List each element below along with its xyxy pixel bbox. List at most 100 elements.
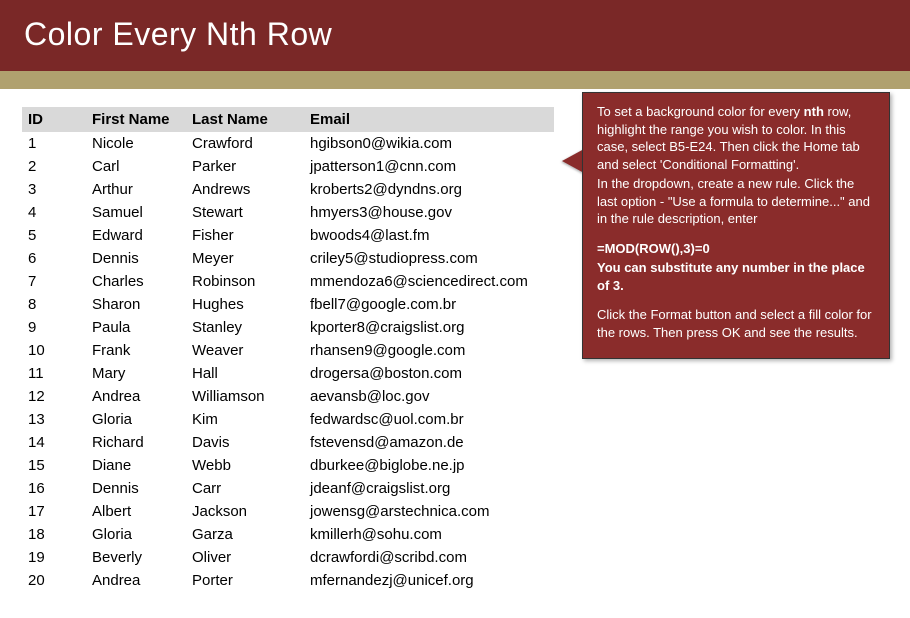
cell-email: kmillerh@sohu.com xyxy=(304,523,554,546)
cell-id: 19 xyxy=(22,546,86,569)
cell-first: Dennis xyxy=(86,247,186,270)
callout-bold: nth xyxy=(804,104,824,119)
cell-last: Hughes xyxy=(186,293,304,316)
cell-id: 18 xyxy=(22,523,86,546)
cell-last: Fisher xyxy=(186,224,304,247)
cell-email: mfernandezj@unicef.org xyxy=(304,569,554,592)
cell-email: fbell7@google.com.br xyxy=(304,293,554,316)
table-row: 1NicoleCrawfordhgibson0@wikia.com xyxy=(22,132,554,155)
cell-email: rhansen9@google.com xyxy=(304,339,554,362)
cell-first: Richard xyxy=(86,431,186,454)
table-row: 15DianeWebbdburkee@biglobe.ne.jp xyxy=(22,454,554,477)
cell-last: Garza xyxy=(186,523,304,546)
table-row: 20AndreaPortermfernandezj@unicef.org xyxy=(22,569,554,592)
cell-last: Jackson xyxy=(186,500,304,523)
cell-email: fstevensd@amazon.de xyxy=(304,431,554,454)
table-row: 7CharlesRobinsonmmendoza6@sciencedirect.… xyxy=(22,270,554,293)
cell-id: 14 xyxy=(22,431,86,454)
table-row: 2CarlParkerjpatterson1@cnn.com xyxy=(22,155,554,178)
cell-id: 6 xyxy=(22,247,86,270)
cell-last: Weaver xyxy=(186,339,304,362)
table-row: 4SamuelStewarthmyers3@house.gov xyxy=(22,201,554,224)
cell-id: 4 xyxy=(22,201,86,224)
table-row: 6DennisMeyercriley5@studiopress.com xyxy=(22,247,554,270)
cell-email: drogersa@boston.com xyxy=(304,362,554,385)
cell-last: Stanley xyxy=(186,316,304,339)
cell-id: 5 xyxy=(22,224,86,247)
col-header-email: Email xyxy=(304,107,554,132)
cell-last: Hall xyxy=(186,362,304,385)
cell-email: bwoods4@last.fm xyxy=(304,224,554,247)
cell-first: Arthur xyxy=(86,178,186,201)
cell-first: Paula xyxy=(86,316,186,339)
page-title: Color Every Nth Row xyxy=(0,0,910,71)
callout-note: You can substitute any number in the pla… xyxy=(597,259,875,294)
cell-last: Stewart xyxy=(186,201,304,224)
cell-id: 2 xyxy=(22,155,86,178)
table-row: 11MaryHalldrogersa@boston.com xyxy=(22,362,554,385)
table-header-row: ID First Name Last Name Email xyxy=(22,107,554,132)
table-row: 13GloriaKimfedwardsc@uol.com.br xyxy=(22,408,554,431)
cell-email: dcrawfordi@scribd.com xyxy=(304,546,554,569)
cell-first: Charles xyxy=(86,270,186,293)
cell-first: Albert xyxy=(86,500,186,523)
cell-email: jpatterson1@cnn.com xyxy=(304,155,554,178)
data-table: ID First Name Last Name Email 1NicoleCra… xyxy=(22,107,554,592)
col-header-first: First Name xyxy=(86,107,186,132)
table-row: 12AndreaWilliamsonaevansb@loc.gov xyxy=(22,385,554,408)
col-header-last: Last Name xyxy=(186,107,304,132)
cell-last: Meyer xyxy=(186,247,304,270)
cell-email: jdeanf@craigslist.org xyxy=(304,477,554,500)
cell-last: Porter xyxy=(186,569,304,592)
cell-id: 16 xyxy=(22,477,86,500)
cell-email: hmyers3@house.gov xyxy=(304,201,554,224)
cell-id: 20 xyxy=(22,569,86,592)
cell-last: Webb xyxy=(186,454,304,477)
cell-first: Nicole xyxy=(86,132,186,155)
table-row: 8SharonHughesfbell7@google.com.br xyxy=(22,293,554,316)
cell-email: kporter8@craigslist.org xyxy=(304,316,554,339)
table-row: 10FrankWeaverrhansen9@google.com xyxy=(22,339,554,362)
table-row: 9PaulaStanleykporter8@craigslist.org xyxy=(22,316,554,339)
cell-email: hgibson0@wikia.com xyxy=(304,132,554,155)
callout-tail-icon xyxy=(562,149,584,173)
cell-first: Dennis xyxy=(86,477,186,500)
cell-email: aevansb@loc.gov xyxy=(304,385,554,408)
cell-id: 7 xyxy=(22,270,86,293)
cell-id: 3 xyxy=(22,178,86,201)
cell-first: Sharon xyxy=(86,293,186,316)
accent-stripe xyxy=(0,71,910,89)
table-row: 18GloriaGarzakmillerh@sohu.com xyxy=(22,523,554,546)
table-row: 14RichardDavisfstevensd@amazon.de xyxy=(22,431,554,454)
table-row: 3ArthurAndrewskroberts2@dyndns.org xyxy=(22,178,554,201)
cell-first: Gloria xyxy=(86,523,186,546)
table-row: 19BeverlyOliverdcrawfordi@scribd.com xyxy=(22,546,554,569)
cell-last: Kim xyxy=(186,408,304,431)
callout-bold: =MOD(ROW(),3)=0 xyxy=(597,241,710,256)
col-header-id: ID xyxy=(22,107,86,132)
cell-first: Gloria xyxy=(86,408,186,431)
callout-text: To set a background color for every nth … xyxy=(597,103,875,173)
callout-text: Click the Format button and select a fil… xyxy=(597,306,875,341)
cell-email: kroberts2@dyndns.org xyxy=(304,178,554,201)
cell-email: criley5@studiopress.com xyxy=(304,247,554,270)
cell-last: Davis xyxy=(186,431,304,454)
cell-last: Williamson xyxy=(186,385,304,408)
cell-last: Parker xyxy=(186,155,304,178)
cell-first: Beverly xyxy=(86,546,186,569)
cell-first: Mary xyxy=(86,362,186,385)
cell-id: 11 xyxy=(22,362,86,385)
callout-text-span: To set a background color for every xyxy=(597,104,804,119)
cell-first: Frank xyxy=(86,339,186,362)
table-row: 5EdwardFisherbwoods4@last.fm xyxy=(22,224,554,247)
cell-id: 1 xyxy=(22,132,86,155)
cell-last: Crawford xyxy=(186,132,304,155)
cell-id: 9 xyxy=(22,316,86,339)
cell-id: 13 xyxy=(22,408,86,431)
cell-id: 10 xyxy=(22,339,86,362)
cell-last: Oliver xyxy=(186,546,304,569)
cell-first: Edward xyxy=(86,224,186,247)
cell-first: Andrea xyxy=(86,385,186,408)
content-area: ID First Name Last Name Email 1NicoleCra… xyxy=(0,89,910,592)
cell-email: dburkee@biglobe.ne.jp xyxy=(304,454,554,477)
